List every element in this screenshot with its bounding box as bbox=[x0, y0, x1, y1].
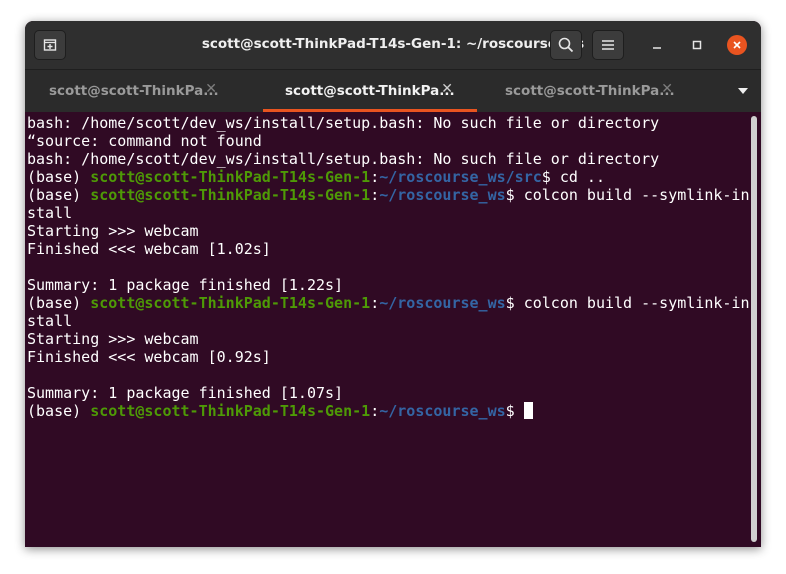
tab-3[interactable]: scott@scott-ThinkPa... ✕ bbox=[481, 70, 699, 112]
tab-bar: scott@scott-ThinkPa... ✕ scott@scott-Thi… bbox=[25, 69, 761, 112]
prompt-path: ~/roscourse_ws bbox=[379, 186, 506, 204]
output-text: “source: command not found bbox=[27, 132, 262, 150]
tab-close-icon[interactable]: ✕ bbox=[441, 81, 453, 97]
prompt-command: $ bbox=[505, 402, 524, 420]
terminal-prompt-line: (base) scott@scott-ThinkPad-T14s-Gen-1:~… bbox=[27, 168, 750, 186]
output-text: Finished <<< webcam [0.92s] bbox=[27, 348, 271, 366]
terminal-area[interactable]: bash: /home/scott/dev_ws/install/setup.b… bbox=[25, 112, 761, 547]
terminal-output-line: Summary: 1 package finished [1.07s] bbox=[27, 384, 750, 402]
output-text: Starting >>> webcam bbox=[27, 222, 199, 240]
terminal-output-line: stall bbox=[27, 204, 750, 222]
prompt-env: (base) bbox=[27, 294, 91, 312]
search-icon bbox=[558, 37, 574, 53]
tab-label: scott@scott-ThinkPa... bbox=[49, 83, 219, 99]
prompt-command: $ colcon build --symlink-in bbox=[505, 186, 750, 204]
menu-button[interactable] bbox=[592, 30, 624, 60]
terminal-prompt-line: (base) scott@scott-ThinkPad-T14s-Gen-1:~… bbox=[27, 402, 750, 420]
output-text: stall bbox=[27, 312, 73, 330]
prompt-user-host: scott@scott-ThinkPad-T14s-Gen-1 bbox=[90, 294, 371, 312]
prompt-path: ~/roscourse_ws bbox=[379, 402, 506, 420]
terminal-output-line: bash: /home/scott/dev_ws/install/setup.b… bbox=[27, 114, 750, 132]
output-text: bash: /home/scott/dev_ws/install/setup.b… bbox=[27, 150, 660, 168]
minimize-icon bbox=[653, 47, 661, 49]
output-text: stall bbox=[27, 204, 73, 222]
minimize-button[interactable] bbox=[647, 35, 667, 55]
tab-1[interactable]: scott@scott-ThinkPa... ✕ bbox=[25, 70, 243, 112]
prompt-separator: : bbox=[370, 186, 380, 204]
chevron-down-icon bbox=[738, 88, 748, 94]
terminal-prompt-line: (base) scott@scott-ThinkPad-T14s-Gen-1:~… bbox=[27, 294, 750, 312]
tab-2[interactable]: scott@scott-ThinkPa... ✕ bbox=[261, 70, 479, 112]
terminal-output-line: Starting >>> webcam bbox=[27, 222, 750, 240]
tab-close-icon[interactable]: ✕ bbox=[661, 81, 673, 97]
tab-list-button[interactable] bbox=[735, 84, 751, 98]
prompt-separator: : bbox=[370, 294, 380, 312]
prompt-path: ~/roscourse_ws/src bbox=[379, 168, 542, 186]
text-cursor bbox=[523, 402, 533, 419]
output-text: Summary: 1 package finished [1.07s] bbox=[27, 384, 344, 402]
title-bar[interactable]: scott@scott-ThinkPad-T14s-Gen-1: ~/rosco… bbox=[25, 21, 761, 69]
hamburger-menu-icon bbox=[602, 40, 614, 50]
terminal-output-line: Starting >>> webcam bbox=[27, 330, 750, 348]
terminal-output-line: Finished <<< webcam [0.92s] bbox=[27, 348, 750, 366]
output-text: bash: /home/scott/dev_ws/install/setup.b… bbox=[27, 114, 660, 132]
terminal-output-line: bash: /home/scott/dev_ws/install/setup.b… bbox=[27, 150, 750, 168]
terminal-output-line: stall bbox=[27, 312, 750, 330]
terminal-output-line: “source: command not found bbox=[27, 132, 750, 150]
tab-close-icon[interactable]: ✕ bbox=[205, 81, 217, 97]
prompt-command: $ colcon build --symlink-in bbox=[505, 294, 750, 312]
prompt-user-host: scott@scott-ThinkPad-T14s-Gen-1 bbox=[90, 168, 371, 186]
terminal-output-line: Finished <<< webcam [1.02s] bbox=[27, 240, 750, 258]
terminal-output: bash: /home/scott/dev_ws/install/setup.b… bbox=[27, 114, 750, 420]
tab-label: scott@scott-ThinkPa... bbox=[285, 83, 455, 99]
search-button[interactable] bbox=[550, 30, 582, 60]
terminal-prompt-line: (base) scott@scott-ThinkPad-T14s-Gen-1:~… bbox=[27, 186, 750, 204]
close-button[interactable] bbox=[727, 35, 747, 55]
maximize-icon bbox=[692, 40, 702, 50]
terminal-output-line: Summary: 1 package finished [1.22s] bbox=[27, 276, 750, 294]
prompt-user-host: scott@scott-ThinkPad-T14s-Gen-1 bbox=[90, 186, 371, 204]
prompt-separator: : bbox=[370, 168, 380, 186]
maximize-button[interactable] bbox=[687, 35, 707, 55]
close-icon bbox=[733, 41, 741, 49]
prompt-separator: : bbox=[370, 402, 380, 420]
output-text: Starting >>> webcam bbox=[27, 330, 199, 348]
tab-label: scott@scott-ThinkPa... bbox=[505, 83, 675, 99]
terminal-window: scott@scott-ThinkPad-T14s-Gen-1: ~/rosco… bbox=[25, 21, 761, 547]
output-text: Finished <<< webcam [1.02s] bbox=[27, 240, 271, 258]
prompt-user-host: scott@scott-ThinkPad-T14s-Gen-1 bbox=[90, 402, 371, 420]
prompt-env: (base) bbox=[27, 168, 91, 186]
prompt-env: (base) bbox=[27, 186, 91, 204]
scrollbar[interactable] bbox=[751, 116, 757, 542]
prompt-env: (base) bbox=[27, 402, 91, 420]
output-text: Summary: 1 package finished [1.22s] bbox=[27, 276, 344, 294]
prompt-command: $ cd .. bbox=[541, 168, 605, 186]
prompt-path: ~/roscourse_ws bbox=[379, 294, 506, 312]
